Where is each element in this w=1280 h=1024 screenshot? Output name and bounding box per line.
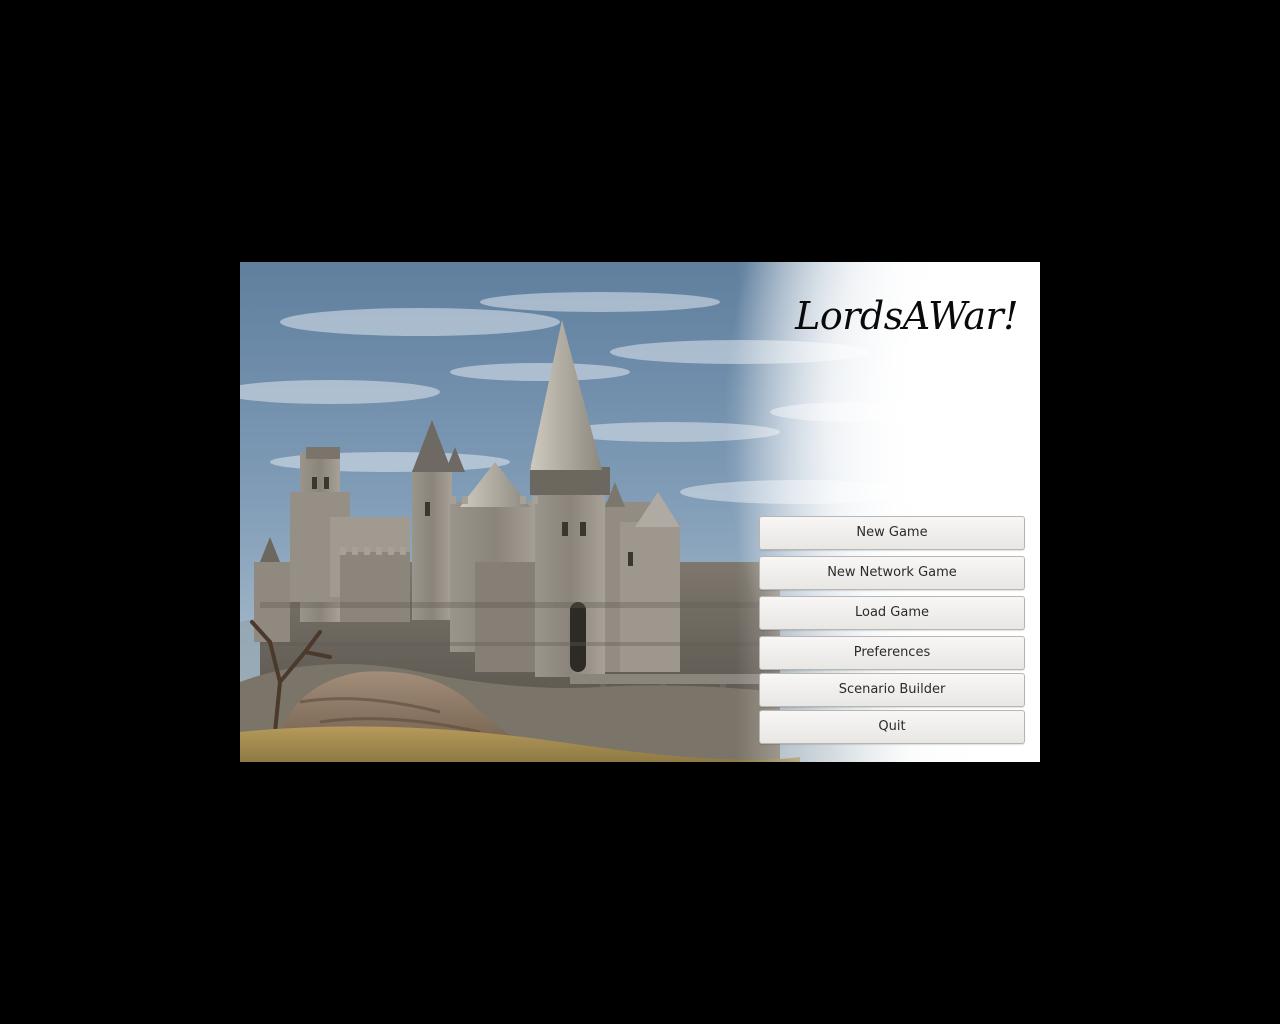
quit-button[interactable]: Quit: [759, 710, 1025, 744]
splash-screen: LordsAWar! New Game New Network Game Loa…: [240, 262, 1040, 762]
load-game-button[interactable]: Load Game: [759, 596, 1025, 630]
preferences-button[interactable]: Preferences: [759, 636, 1025, 670]
new-network-game-button[interactable]: New Network Game: [759, 556, 1025, 590]
main-menu: New Game New Network Game Load Game Pref…: [759, 516, 1025, 750]
game-title: LordsAWar!: [795, 294, 1018, 338]
new-game-button[interactable]: New Game: [759, 516, 1025, 550]
scenario-builder-button[interactable]: Scenario Builder: [759, 673, 1025, 707]
